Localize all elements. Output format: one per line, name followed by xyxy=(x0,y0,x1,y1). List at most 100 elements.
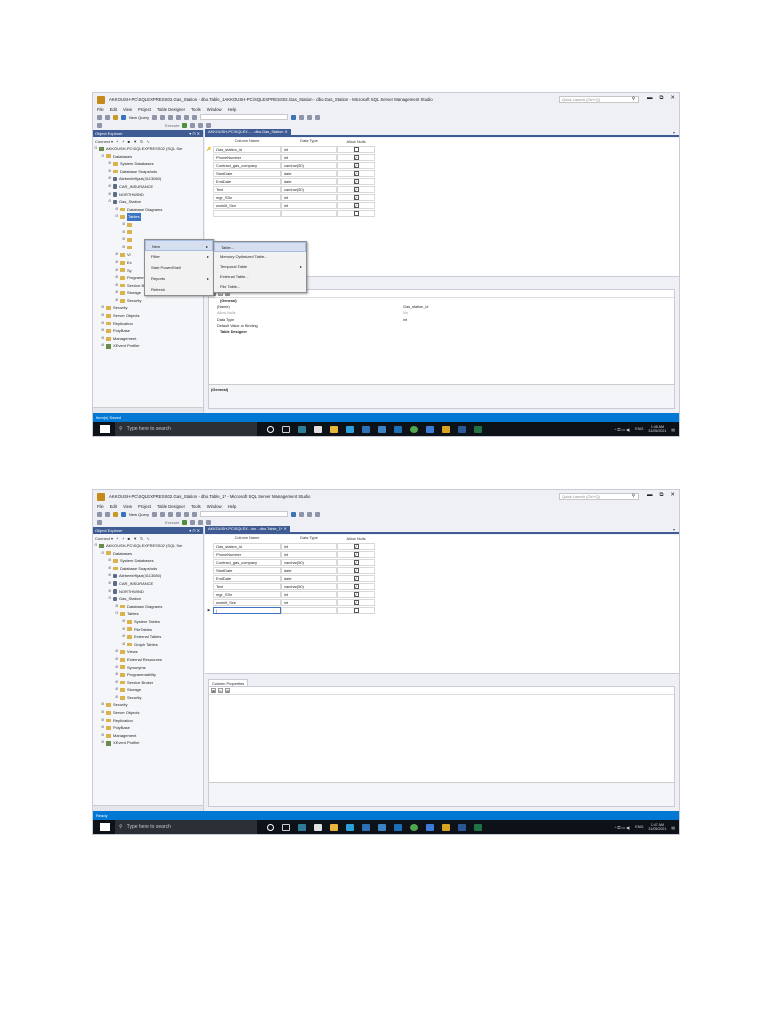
allow-nulls-cell[interactable]: ✓ xyxy=(337,161,375,169)
expand-icon[interactable]: ⊞ xyxy=(101,732,105,740)
tree-node[interactable]: ⊞ Server Objects xyxy=(94,312,203,320)
execute-button[interactable]: Execute xyxy=(165,520,179,525)
expand-icon[interactable]: ⊞ xyxy=(122,236,126,244)
table-row[interactable]: mgr_SSn int ✓ xyxy=(205,590,679,598)
expand-icon[interactable]: ⊞ xyxy=(115,656,119,664)
tree-node[interactable]: ⊟ AKKOUSH-PC\SQLEXPRESS02 (SQL Ser xyxy=(94,145,203,153)
excel-icon[interactable] xyxy=(474,425,482,433)
calculator-icon[interactable] xyxy=(298,823,306,831)
stop-icon[interactable]: ■ xyxy=(128,536,130,541)
app-icon[interactable] xyxy=(426,823,434,831)
data-type-cell[interactable]: int xyxy=(281,550,337,558)
tree-node[interactable]: ⊞ XEvent Profiler xyxy=(94,342,203,350)
menu-table-designer[interactable]: Table Designer xyxy=(157,107,185,112)
activity-icon[interactable]: ∿ xyxy=(146,536,149,541)
tree-node[interactable]: ⊞ System Tables xyxy=(94,618,203,626)
pin-icon[interactable]: ▾ ⊓ ✕ xyxy=(189,527,200,534)
table-row[interactable] xyxy=(205,209,679,217)
data-type-cell[interactable] xyxy=(281,606,337,614)
allow-nulls-checkbox[interactable]: ✓ xyxy=(353,194,359,200)
expand-icon[interactable]: ⊞ xyxy=(108,580,112,588)
tree-node[interactable]: ⊟ Databases xyxy=(94,153,203,161)
alphabetical-icon[interactable]: A↓ xyxy=(218,688,223,693)
context-menu-item[interactable]: Temporal Table ▸ xyxy=(214,262,306,272)
copy-icon[interactable] xyxy=(176,511,182,517)
tree-node[interactable]: ⊞ PolyBase xyxy=(94,724,203,732)
tree-node[interactable]: ⊞ Server Objects xyxy=(94,709,203,717)
expand-icon[interactable]: ⊟ xyxy=(101,550,105,558)
db-icon[interactable] xyxy=(97,519,102,525)
expand-icon[interactable]: ⊞ xyxy=(101,312,105,320)
expand-icon[interactable]: ⊞ xyxy=(122,626,126,634)
expand-icon[interactable]: ⊟ xyxy=(94,145,98,153)
data-type-cell[interactable]: varchar(50) xyxy=(281,582,337,590)
expand-icon[interactable]: ⊞ xyxy=(115,671,119,679)
expand-icon[interactable]: ⊞ xyxy=(115,289,119,297)
query-icon[interactable] xyxy=(160,511,166,517)
allow-nulls-cell[interactable] xyxy=(337,606,375,614)
column-name-cell[interactable]: | xyxy=(213,606,281,614)
window-icon[interactable] xyxy=(315,511,321,517)
ssms-icon[interactable] xyxy=(442,425,450,433)
menu-table-designer[interactable]: Table Designer xyxy=(157,504,185,509)
expand-icon[interactable]: ⊞ xyxy=(122,633,126,641)
expand-icon[interactable]: ⊞ xyxy=(115,267,119,275)
expand-icon[interactable]: ⊞ xyxy=(108,588,112,596)
connect-button[interactable]: Connect ▾ xyxy=(95,536,113,541)
allow-nulls-checkbox[interactable]: ✓ xyxy=(353,202,359,208)
undo-icon[interactable] xyxy=(184,511,190,517)
table-row[interactable]: StartDate date ✓ xyxy=(205,169,679,177)
column-name-cell[interactable]: Contract_gas_company xyxy=(213,161,281,169)
cortana-icon[interactable] xyxy=(267,425,274,433)
tree-node[interactable]: ⊟ Gas_Station xyxy=(94,198,203,206)
context-menu-item[interactable]: New ▸ xyxy=(145,240,213,251)
restore-button[interactable]: ⧉ xyxy=(659,492,663,499)
column-name-cell[interactable]: EndDate xyxy=(213,574,281,582)
column-name-cell[interactable]: Gas_station_id xyxy=(213,145,281,153)
allow-nulls-checkbox[interactable]: ✓ xyxy=(353,599,359,605)
solution-config-dropdown[interactable] xyxy=(200,511,289,517)
allow-nulls-checkbox[interactable]: ✓ xyxy=(353,170,359,176)
store-icon[interactable] xyxy=(314,823,322,831)
media-icon[interactable] xyxy=(378,823,386,831)
data-type-cell[interactable]: varchar(50) xyxy=(281,558,337,566)
menu-edit[interactable]: Edit xyxy=(110,107,117,112)
table-row[interactable]: Contract_gas_company varchar(50) ✓ xyxy=(205,161,679,169)
expand-icon[interactable]: ⊞ xyxy=(101,709,105,717)
expand-icon[interactable]: ⊞ xyxy=(122,244,126,252)
allow-nulls-cell[interactable]: ✓ xyxy=(337,582,375,590)
browser-icon[interactable] xyxy=(410,823,418,831)
column-name-cell[interactable]: Text xyxy=(213,185,281,193)
allow-nulls-cell[interactable]: ✓ xyxy=(337,185,375,193)
context-menu-item[interactable]: Table... xyxy=(214,242,306,252)
tree-node[interactable]: ⊟ Databases xyxy=(94,550,203,558)
tree-node[interactable]: ⊞ External Resources xyxy=(94,656,203,664)
expand-icon[interactable]: ⊞ xyxy=(101,335,105,343)
data-type-cell[interactable]: int xyxy=(281,201,337,209)
tree-node[interactable]: ⊞ Replication xyxy=(94,320,203,328)
menu-help[interactable]: Help xyxy=(228,107,237,112)
query-icon[interactable] xyxy=(152,114,158,120)
expand-icon[interactable]: ⊞ xyxy=(101,724,105,732)
results-icon[interactable] xyxy=(198,519,204,525)
tab-dropdown-icon[interactable]: ▾ xyxy=(673,527,675,532)
allow-nulls-cell[interactable]: ✓ xyxy=(337,574,375,582)
menu-window[interactable]: Window xyxy=(207,107,222,112)
tab-table-1[interactable]: AKKOUSH-PC\SQLEX...ion - dbo.Table_1* ✕ xyxy=(205,526,290,532)
context-menu-item[interactable]: External Table... xyxy=(214,272,306,282)
undo-icon[interactable] xyxy=(184,114,190,120)
column-name-cell[interactable]: worklit_Sce xyxy=(213,598,281,606)
copy-icon[interactable] xyxy=(176,114,182,120)
file-explorer-icon[interactable] xyxy=(330,823,338,831)
allow-nulls-checkbox[interactable] xyxy=(353,146,359,152)
refresh-icon[interactable]: ↻ xyxy=(140,139,143,144)
menu-file[interactable]: File xyxy=(97,107,104,112)
language-indicator[interactable]: ENG xyxy=(635,427,643,431)
expand-icon[interactable]: ⊞ xyxy=(115,274,119,282)
tree-node[interactable]: ⊞ Synonyms xyxy=(94,664,203,672)
back-icon[interactable] xyxy=(97,114,102,120)
context-menu-item[interactable]: Reports ▸ xyxy=(145,273,213,284)
tree-node[interactable]: ⊟ AKKOUSH-PC\SQLEXPRESS02 (SQL Ser xyxy=(94,542,203,550)
tree-node[interactable]: ⊞ xyxy=(94,229,203,237)
tree-node[interactable]: ⊞ Storage xyxy=(94,686,203,694)
